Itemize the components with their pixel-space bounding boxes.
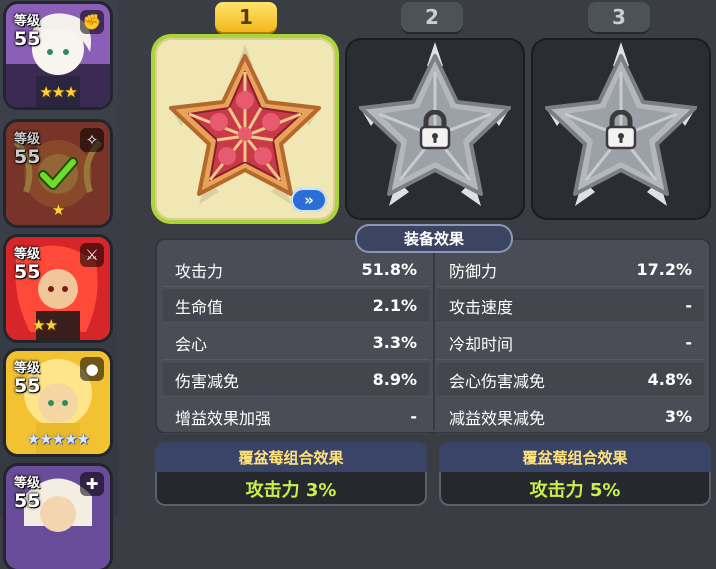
set-bonus-title: 覆盆莓组合效果 xyxy=(439,442,711,472)
stat-row-dmg-resist: 伤害减免 8.9% xyxy=(163,363,429,397)
bomb-icon: ● xyxy=(80,357,104,381)
topping-slot-2[interactable] xyxy=(345,38,525,220)
stat-row-attack: 攻击力 51.8% xyxy=(163,253,429,287)
lock-icon xyxy=(419,110,451,150)
stat-name: 攻击力 xyxy=(175,261,224,281)
heal-icon: ✚ xyxy=(80,472,104,496)
level-label: 等级 xyxy=(14,132,41,147)
swap-icon: ✧ xyxy=(80,128,104,152)
stat-value: 8.9% xyxy=(372,370,417,389)
stat-name: 伤害减免 xyxy=(175,371,240,391)
character-card-1[interactable]: 等级 55 ✊ ★★★ xyxy=(6,4,110,107)
level-value: 55 xyxy=(14,490,41,512)
stat-name: 冷却时间 xyxy=(449,334,514,354)
stat-name: 增益效果加强 xyxy=(175,408,272,428)
stat-value: 17.2% xyxy=(636,260,692,279)
level-value: 55 xyxy=(14,28,41,50)
level-label: 等级 xyxy=(14,476,41,491)
stat-row-atk-speed: 攻击速度 - xyxy=(437,289,704,323)
stat-name: 生命值 xyxy=(175,297,224,317)
stat-value: 51.8% xyxy=(361,260,417,279)
set-bonus-2: 覆盆莓组合效果 攻击力 3% xyxy=(155,442,427,506)
character-card-4[interactable]: 等级 55 ● ★★★★★ xyxy=(6,351,110,454)
stat-row-debuff-resist: 减益效果减免 3% xyxy=(437,400,704,434)
stat-value: - xyxy=(685,296,692,315)
stat-name: 减益效果减免 xyxy=(449,408,546,428)
stat-name: 会心伤害减免 xyxy=(449,371,546,391)
level-label: 等级 xyxy=(14,14,41,29)
set-bonus-title: 覆盆莓组合效果 xyxy=(155,442,427,472)
stat-row-hp: 生命值 2.1% xyxy=(163,289,429,323)
stat-value: 3% xyxy=(664,407,692,426)
topping-slot-1[interactable]: » xyxy=(155,38,335,220)
stat-name: 会心 xyxy=(175,334,208,354)
character-card-5[interactable]: 等级 55 ✚ xyxy=(6,466,110,569)
level-value: 55 xyxy=(14,146,41,168)
lock-icon xyxy=(605,110,637,150)
level-value: 55 xyxy=(14,375,41,397)
stat-value: 3.3% xyxy=(372,333,417,352)
level-label: 等级 xyxy=(14,247,41,262)
checkmark-icon xyxy=(38,157,78,190)
tab-slot-2[interactable]: 2 xyxy=(401,2,463,32)
character-list: 等级 55 ✊ ★★★ 等级 55 ✧ ★ 等级 55 ⚔ ★★ 等级 55 ●… xyxy=(0,0,118,569)
tab-slot-1[interactable]: 1 xyxy=(215,2,277,32)
level-value: 55 xyxy=(14,261,41,283)
stat-value: - xyxy=(410,407,417,426)
stat-name: 攻击速度 xyxy=(449,297,514,317)
set-bonus-effect: 攻击力 5% xyxy=(529,480,621,501)
stat-value: 2.1% xyxy=(372,296,417,315)
fist-icon: ✊ xyxy=(80,10,104,34)
level-label: 等级 xyxy=(14,361,41,376)
stat-row-crit: 会心 3.3% xyxy=(163,326,429,360)
set-bonus-5: 覆盆莓组合效果 攻击力 5% xyxy=(439,442,711,506)
star-rating: ★ xyxy=(51,201,65,219)
upgrade-button[interactable]: » xyxy=(291,188,327,212)
star-rating: ★★★ xyxy=(39,83,77,101)
stat-row-buff-boost: 增益效果加强 - xyxy=(163,400,429,434)
stat-row-cooldown: 冷却时间 - xyxy=(437,326,704,360)
stat-value: 4.8% xyxy=(647,370,692,389)
sword-icon: ⚔ xyxy=(80,243,104,267)
star-rating: ★★★★★ xyxy=(26,430,90,448)
character-card-2[interactable]: 等级 55 ✧ ★ xyxy=(6,122,110,225)
effects-title: 装备效果 xyxy=(357,226,511,251)
column-divider xyxy=(433,252,435,430)
stat-value: - xyxy=(685,333,692,352)
tab-slot-3[interactable]: 3 xyxy=(588,2,650,32)
star-rating: ★★ xyxy=(32,316,58,334)
stat-row-crit-resist: 会心伤害减免 4.8% xyxy=(437,363,704,397)
set-bonus-effect: 攻击力 3% xyxy=(245,480,337,501)
character-card-3[interactable]: 等级 55 ⚔ ★★ xyxy=(6,237,110,340)
stat-name: 防御力 xyxy=(449,261,498,281)
topping-slot-3[interactable] xyxy=(531,38,711,220)
stat-row-defense: 防御力 17.2% xyxy=(437,253,704,287)
